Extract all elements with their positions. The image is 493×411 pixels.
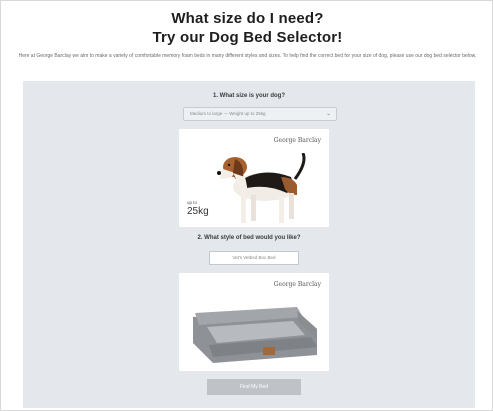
bed-style-card: George Barclay <box>179 273 329 371</box>
bed-style-select[interactable]: Vet's Vetbed Box Bed <box>209 251 299 265</box>
weight-prefix: up to <box>187 200 198 205</box>
intro-text: Here at George Barclay we aim to make a … <box>18 53 477 59</box>
title-line-2: Try our Dog Bed Selector! <box>152 29 343 46</box>
page: What size do I need? Try our Dog Bed Sel… <box>0 0 493 411</box>
bed-selector-panel: 1. What size is your dog? Medium to larg… <box>23 81 475 408</box>
dog-size-select-value: Medium to large — Weight up to 25kg <box>190 111 266 116</box>
question-bed-style: 2. What style of bed would you like? <box>197 235 301 241</box>
dog-size-select[interactable]: Medium to large — Weight up to 25kg ⌄ <box>183 107 337 121</box>
page-title: What size do I need? Try our Dog Bed Sel… <box>1 9 493 47</box>
weight-value: 25kg <box>187 206 209 217</box>
dog-bed-image <box>193 307 317 363</box>
chevron-down-icon: ⌄ <box>325 111 331 117</box>
title-line-1: What size do I need? <box>171 10 324 27</box>
dog-size-card: George Barclay up to 25kg <box>179 129 329 227</box>
question-dog-size: 1. What size is your dog? <box>212 93 285 99</box>
find-bed-button[interactable]: Find My Bed <box>207 379 301 395</box>
